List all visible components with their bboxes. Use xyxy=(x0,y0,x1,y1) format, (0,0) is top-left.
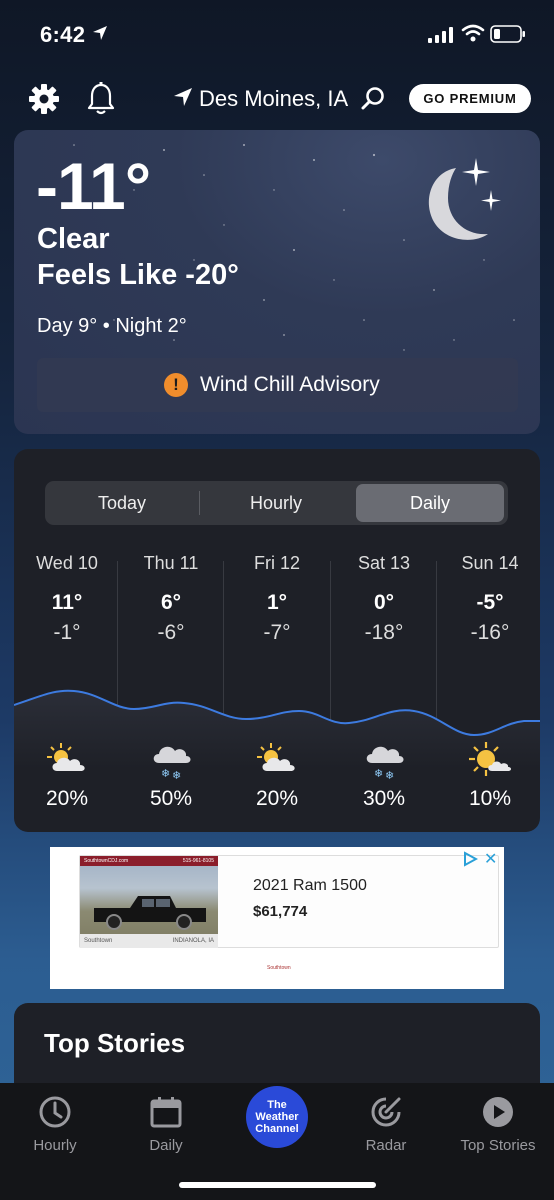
status-time: 6:42 xyxy=(40,22,86,47)
tab-bar-label: Top Stories xyxy=(460,1137,536,1154)
tab-divider xyxy=(199,491,200,515)
weather-alert-banner[interactable]: ! Wind Chill Advisory xyxy=(37,358,518,412)
day-night-temps: Day 9° • Night 2° xyxy=(37,315,187,337)
truck-icon xyxy=(94,896,206,930)
tab-bar-top-stories[interactable]: Top Stories xyxy=(448,1093,548,1154)
radar-icon xyxy=(371,1097,401,1127)
forecast-segmented-control: Today Hourly Daily xyxy=(45,481,508,525)
precip-chance: 20% xyxy=(45,787,89,810)
precip-chance: 30% xyxy=(362,787,406,810)
home-indicator[interactable] xyxy=(179,1182,376,1188)
forecast-high: 0° xyxy=(373,591,395,614)
forecast-low: -6° xyxy=(157,621,185,644)
svg-text:❄: ❄ xyxy=(161,767,170,780)
tab-daily[interactable]: Daily xyxy=(356,484,504,522)
ad-title: 2021 Ram 1500 xyxy=(253,877,367,894)
forecast-day[interactable]: Sun 14 -5° -16° xyxy=(437,553,540,645)
adchoices-icon[interactable] xyxy=(462,851,478,867)
forecast-high: 1° xyxy=(266,591,288,614)
moon-stars-icon xyxy=(428,158,501,240)
ad-dealer-name: Southtown xyxy=(84,938,113,944)
logo-line: Weather xyxy=(255,1111,299,1123)
forecast-day-name: Sun 14 xyxy=(461,553,519,573)
forecast-day-name: Wed 10 xyxy=(36,553,98,573)
forecast-low: -18° xyxy=(364,621,404,644)
gear-icon[interactable] xyxy=(28,83,60,115)
svg-text:❄: ❄ xyxy=(374,767,383,780)
mostly-sunny-icon xyxy=(437,741,540,782)
precip-chance: 10% xyxy=(468,787,512,810)
forecast-high: 11° xyxy=(51,591,83,614)
snow-icon: ❄ ❄ xyxy=(331,741,437,786)
ad-dealer-footer: Southtown INDIANOLA, IA xyxy=(80,934,218,948)
snow-icon: ❄ ❄ xyxy=(118,741,224,786)
precip-chance: 20% xyxy=(255,787,299,810)
ad-dealer-phone: 515-961-8105 xyxy=(182,858,214,864)
forecast-high: -5° xyxy=(476,591,504,614)
alert-icon: ! xyxy=(164,373,188,397)
forecast-day[interactable]: Fri 12 1° -7° xyxy=(224,553,330,645)
clock-icon xyxy=(39,1096,71,1128)
forecast-day-name: Fri 12 xyxy=(253,553,300,573)
navigation-arrow-icon xyxy=(174,88,192,106)
calendar-icon xyxy=(150,1097,182,1128)
battery-icon xyxy=(490,25,525,43)
close-ad-icon[interactable]: ✕ xyxy=(484,849,497,869)
bell-icon[interactable] xyxy=(87,82,115,116)
feels-like: Feels Like -20° xyxy=(37,259,239,291)
ad-creative[interactable]: SouthtownCDJ.com 515-961-8105 Southtown IN… xyxy=(79,855,499,948)
tab-hourly[interactable]: Hourly xyxy=(201,484,351,522)
weather-channel-logo[interactable]: The Weather Channel xyxy=(246,1086,308,1148)
go-premium-button[interactable]: GO PREMIUM xyxy=(409,84,531,113)
location-name[interactable]: Des Moines, IA xyxy=(199,86,348,112)
forecast-day[interactable]: Sat 13 0° -18° xyxy=(331,553,437,645)
advertisement-banner[interactable]: SouthtownCDJ.com 515-961-8105 Southtown IN… xyxy=(50,847,504,989)
svg-text:❄: ❄ xyxy=(385,769,394,781)
cellular-signal-icon xyxy=(428,27,453,43)
svg-text:❄: ❄ xyxy=(172,769,181,781)
tab-bar-label: Radar xyxy=(365,1137,407,1154)
tab-bar-label: Hourly xyxy=(33,1137,77,1154)
partly-cloudy-icon xyxy=(14,741,120,780)
forecast-low: -7° xyxy=(263,621,291,644)
forecast-day-name: Thu 11 xyxy=(143,553,199,573)
alert-text: Wind Chill Advisory xyxy=(200,373,380,396)
ad-dealer-site: SouthtownCDJ.com xyxy=(84,858,129,864)
tab-today[interactable]: Today xyxy=(48,484,196,522)
partly-cloudy-icon xyxy=(224,741,330,780)
tab-bar-label: Daily xyxy=(149,1137,183,1154)
forecast-day[interactable]: Wed 10 11° -1° xyxy=(14,553,120,645)
forecast-card: Today Hourly Daily Wed 10 11° -1° Thu 11… xyxy=(14,449,540,832)
location-services-icon xyxy=(93,26,107,40)
status-bar: 6:42 xyxy=(0,0,554,70)
forecast-day[interactable]: Thu 11 6° -6° xyxy=(118,553,224,645)
ad-dealer-city: INDIANOLA, IA xyxy=(172,938,214,944)
forecast-low: -16° xyxy=(470,621,510,644)
wifi-icon xyxy=(461,24,485,42)
forecast-day-name: Sat 13 xyxy=(357,553,411,573)
search-icon[interactable] xyxy=(360,86,386,112)
current-conditions-card[interactable]: -11° Clear Feels Like -20° Day 9° • Nigh… xyxy=(14,130,540,434)
current-temperature: -11° xyxy=(36,149,151,223)
precip-chance: 50% xyxy=(149,787,193,810)
ad-dealer-strip: SouthtownCDJ.com 515-961-8105 xyxy=(80,856,218,866)
logo-line: The xyxy=(267,1099,287,1111)
play-icon xyxy=(483,1097,513,1127)
tab-bar-daily[interactable]: Daily xyxy=(116,1093,216,1154)
tab-bar-radar[interactable]: Radar xyxy=(336,1093,436,1154)
ad-footer-logo: Southtown xyxy=(267,965,291,971)
top-stories-title: Top Stories xyxy=(44,1028,186,1058)
forecast-high: 6° xyxy=(160,591,182,614)
ad-truck-image: SouthtownCDJ.com 515-961-8105 Southtown IN… xyxy=(80,856,218,948)
forecast-low: -1° xyxy=(53,621,81,644)
tab-bar-hourly[interactable]: Hourly xyxy=(5,1093,105,1154)
app-header: Des Moines, IA GO PREMIUM xyxy=(0,78,554,122)
current-condition: Clear xyxy=(37,223,110,255)
ad-price: $61,774 xyxy=(253,903,308,920)
logo-line: Channel xyxy=(255,1123,299,1135)
